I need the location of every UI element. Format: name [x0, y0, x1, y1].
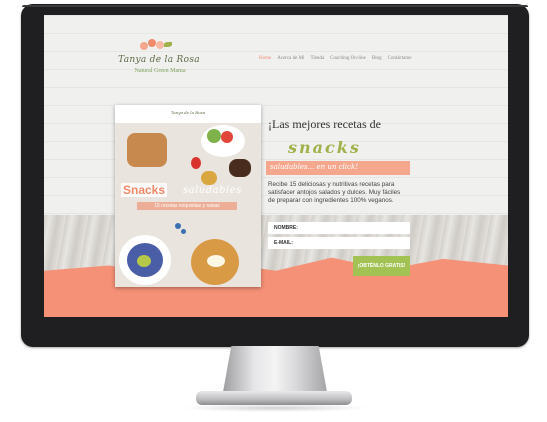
monitor-screen: Tanya de la Rosa Natural Green Mama Home… [44, 15, 508, 317]
logo-flowers-icon [140, 39, 172, 51]
nav-item-coaching[interactable]: Coaching On-line [330, 56, 366, 61]
nav-item-store[interactable]: Tienda [310, 56, 324, 61]
ebook-cover: Tanya de la Rosa Snacks saludables 15 re… [115, 105, 261, 287]
monitor-stand-shadow [180, 404, 370, 412]
nav-item-contact[interactable]: Contáctame [388, 56, 412, 61]
name-field-label: NOMBRE: [274, 225, 298, 231]
ebook-title-script: saludables [183, 185, 242, 196]
nav-item-home[interactable]: Home [259, 56, 271, 61]
monitor-stand-base [196, 391, 352, 405]
monitor-bezel-highlight [22, 5, 528, 7]
hero-subhead: saludables... en un click! [270, 163, 359, 171]
hero-headline: ¡Las mejores recetas de [268, 117, 381, 131]
logo-tagline: Natural Green Mama [134, 68, 186, 74]
email-field-label: E-MAIL: [274, 240, 293, 246]
monitor-stand-neck [223, 346, 327, 392]
main-nav: Home Acerca de Mi Tienda Coaching On-lin… [259, 56, 411, 61]
hero-script-word: snacks [288, 138, 361, 157]
get-it-free-button[interactable]: ¡OBTÉNLO GRATIS! [353, 256, 410, 276]
nav-item-about[interactable]: Acerca de Mi [277, 56, 304, 61]
nav-item-blog[interactable]: Blog [372, 56, 382, 61]
ebook-title-main: Snacks [121, 183, 168, 197]
logo-name[interactable]: Tanya de la Rosa [114, 55, 204, 65]
ebook-logo: Tanya de la Rosa [170, 110, 206, 115]
ebook-subtitle: 15 recetas exquisitas y sanas [137, 202, 237, 210]
hero-description: Recibe 15 deliciosas y nutritivas receta… [268, 181, 401, 204]
